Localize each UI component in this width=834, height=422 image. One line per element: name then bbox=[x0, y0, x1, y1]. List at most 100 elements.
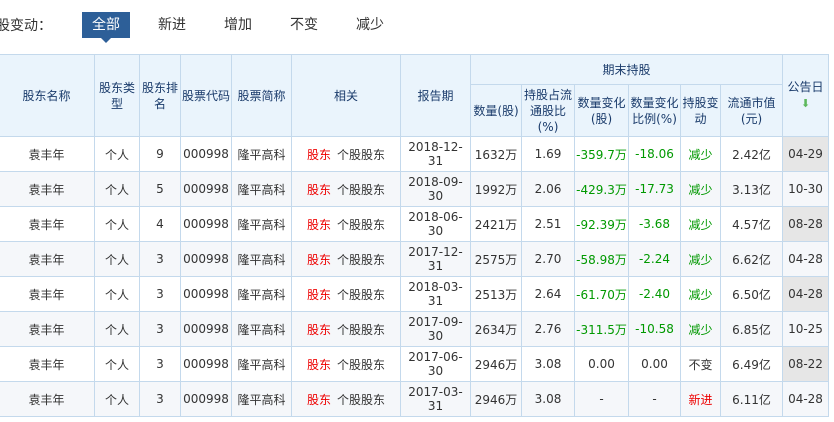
cell-change-qty: -61.70万 bbox=[574, 276, 629, 312]
shareholder-link[interactable]: 股东 bbox=[307, 148, 331, 162]
stock-shareholders-link[interactable]: 个股股东 bbox=[337, 183, 385, 197]
cell-change-pct: -3.68 bbox=[628, 206, 681, 242]
table-row: 袁丰年 个人 3 000998 隆平高科 股东 个股股东 2018-03-31 2… bbox=[0, 276, 829, 312]
shareholder-link[interactable]: 股东 bbox=[307, 393, 331, 407]
cell-change-qty: -58.98万 bbox=[574, 241, 629, 277]
cell-rank: 3 bbox=[139, 276, 181, 312]
cell-code[interactable]: 000998 bbox=[180, 276, 232, 312]
cell-market-value: 2.42亿 bbox=[720, 136, 783, 172]
stock-shareholders-link[interactable]: 个股股东 bbox=[337, 148, 385, 162]
cell-name[interactable]: 袁丰年 bbox=[0, 276, 95, 312]
cell-period: 2017-09-30 bbox=[400, 311, 471, 347]
cell-code[interactable]: 000998 bbox=[180, 206, 232, 242]
cell-ratio: 2.51 bbox=[521, 206, 575, 242]
table-row: 袁丰年 个人 5 000998 隆平高科 股东 个股股东 2018-09-30 1… bbox=[0, 171, 829, 207]
cell-announce-date: 10-25 bbox=[782, 311, 829, 347]
header-announce-date[interactable]: 公告日 ⬇ bbox=[782, 54, 829, 137]
header-period: 报告期 bbox=[400, 54, 471, 137]
tab-increase[interactable]: 增加 bbox=[214, 12, 262, 38]
cell-market-value: 6.50亿 bbox=[720, 276, 783, 312]
cell-qty: 1632万 bbox=[470, 136, 522, 172]
cell-short-name[interactable]: 隆平高科 bbox=[231, 346, 292, 382]
cell-code[interactable]: 000998 bbox=[180, 171, 232, 207]
cell-type: 个人 bbox=[94, 381, 140, 417]
stock-shareholders-link[interactable]: 个股股东 bbox=[337, 218, 385, 232]
cell-type: 个人 bbox=[94, 311, 140, 347]
cell-type: 个人 bbox=[94, 346, 140, 382]
cell-change-qty: -92.39万 bbox=[574, 206, 629, 242]
cell-announce-date: 04-28 bbox=[782, 241, 829, 277]
cell-change-pct: -2.40 bbox=[628, 276, 681, 312]
shareholder-link[interactable]: 股东 bbox=[307, 288, 331, 302]
cell-ratio: 2.70 bbox=[521, 241, 575, 277]
cell-period: 2018-09-30 bbox=[400, 171, 471, 207]
cell-announce-date: 08-28 bbox=[782, 206, 829, 242]
stock-shareholders-link[interactable]: 个股股东 bbox=[337, 288, 385, 302]
header-qty: 数量(股) bbox=[470, 84, 522, 137]
cell-type: 个人 bbox=[94, 206, 140, 242]
cell-rank: 5 bbox=[139, 171, 181, 207]
cell-name[interactable]: 袁丰年 bbox=[0, 206, 95, 242]
cell-period: 2017-06-30 bbox=[400, 346, 471, 382]
table-row: 袁丰年 个人 3 000998 隆平高科 股东 个股股东 2017-12-31 2… bbox=[0, 241, 829, 277]
cell-related: 股东 个股股东 bbox=[291, 241, 401, 277]
tab-new[interactable]: 新进 bbox=[148, 12, 196, 38]
cell-rank: 3 bbox=[139, 311, 181, 347]
table-row: 袁丰年 个人 3 000998 隆平高科 股东 个股股东 2017-09-30 2… bbox=[0, 311, 829, 347]
cell-name[interactable]: 袁丰年 bbox=[0, 381, 95, 417]
cell-period: 2018-03-31 bbox=[400, 276, 471, 312]
table-row: 袁丰年 个人 3 000998 隆平高科 股东 个股股东 2017-06-30 2… bbox=[0, 346, 829, 382]
cell-short-name[interactable]: 隆平高科 bbox=[231, 136, 292, 172]
cell-market-value: 6.49亿 bbox=[720, 346, 783, 382]
cell-change-pct: 0.00 bbox=[628, 346, 681, 382]
cell-period: 2017-03-31 bbox=[400, 381, 471, 417]
cell-name[interactable]: 袁丰年 bbox=[0, 241, 95, 277]
cell-code[interactable]: 000998 bbox=[180, 381, 232, 417]
cell-name[interactable]: 袁丰年 bbox=[0, 311, 95, 347]
stock-shareholders-link[interactable]: 个股股东 bbox=[337, 393, 385, 407]
cell-code[interactable]: 000998 bbox=[180, 241, 232, 277]
cell-short-name[interactable]: 隆平高科 bbox=[231, 206, 292, 242]
cell-related: 股东 个股股东 bbox=[291, 381, 401, 417]
header-change-pct: 数量变化比例(%) bbox=[628, 84, 681, 137]
cell-name[interactable]: 袁丰年 bbox=[0, 171, 95, 207]
cell-type: 个人 bbox=[94, 171, 140, 207]
cell-short-name[interactable]: 隆平高科 bbox=[231, 241, 292, 277]
stock-shareholders-link[interactable]: 个股股东 bbox=[337, 358, 385, 372]
tab-unchanged[interactable]: 不变 bbox=[280, 12, 328, 38]
table-row: 袁丰年 个人 9 000998 隆平高科 股东 个股股东 2018-12-31 1… bbox=[0, 136, 829, 172]
shareholder-table: 股东名称 股东类型 股东排名 股票代码 股票简称 相关 报告期 期末持股 公告日… bbox=[0, 54, 829, 417]
cell-qty: 2513万 bbox=[470, 276, 522, 312]
cell-name[interactable]: 袁丰年 bbox=[0, 136, 95, 172]
shareholder-link[interactable]: 股东 bbox=[307, 323, 331, 337]
cell-short-name[interactable]: 隆平高科 bbox=[231, 381, 292, 417]
shareholder-link[interactable]: 股东 bbox=[307, 218, 331, 232]
cell-code[interactable]: 000998 bbox=[180, 346, 232, 382]
cell-ratio: 2.76 bbox=[521, 311, 575, 347]
cell-qty: 2634万 bbox=[470, 311, 522, 347]
shareholder-link[interactable]: 股东 bbox=[307, 253, 331, 267]
cell-related: 股东 个股股东 bbox=[291, 311, 401, 347]
cell-short-name[interactable]: 隆平高科 bbox=[231, 276, 292, 312]
cell-rank: 4 bbox=[139, 206, 181, 242]
shareholder-link[interactable]: 股东 bbox=[307, 183, 331, 197]
cell-change-type: 减少 bbox=[680, 136, 721, 172]
header-code: 股票代码 bbox=[180, 54, 232, 137]
cell-change-pct: -10.58 bbox=[628, 311, 681, 347]
cell-rank: 3 bbox=[139, 241, 181, 277]
cell-short-name[interactable]: 隆平高科 bbox=[231, 171, 292, 207]
tab-decrease[interactable]: 减少 bbox=[346, 12, 394, 38]
stock-shareholders-link[interactable]: 个股股东 bbox=[337, 253, 385, 267]
cell-change-pct: -18.06 bbox=[628, 136, 681, 172]
cell-code[interactable]: 000998 bbox=[180, 136, 232, 172]
tab-all[interactable]: 全部 bbox=[82, 12, 130, 43]
cell-code[interactable]: 000998 bbox=[180, 311, 232, 347]
shareholder-link[interactable]: 股东 bbox=[307, 358, 331, 372]
cell-rank: 3 bbox=[139, 346, 181, 382]
cell-name[interactable]: 袁丰年 bbox=[0, 346, 95, 382]
stock-shareholders-link[interactable]: 个股股东 bbox=[337, 323, 385, 337]
cell-short-name[interactable]: 隆平高科 bbox=[231, 311, 292, 347]
cell-ratio: 2.06 bbox=[521, 171, 575, 207]
cell-change-qty: -429.3万 bbox=[574, 171, 629, 207]
cell-related: 股东 个股股东 bbox=[291, 276, 401, 312]
